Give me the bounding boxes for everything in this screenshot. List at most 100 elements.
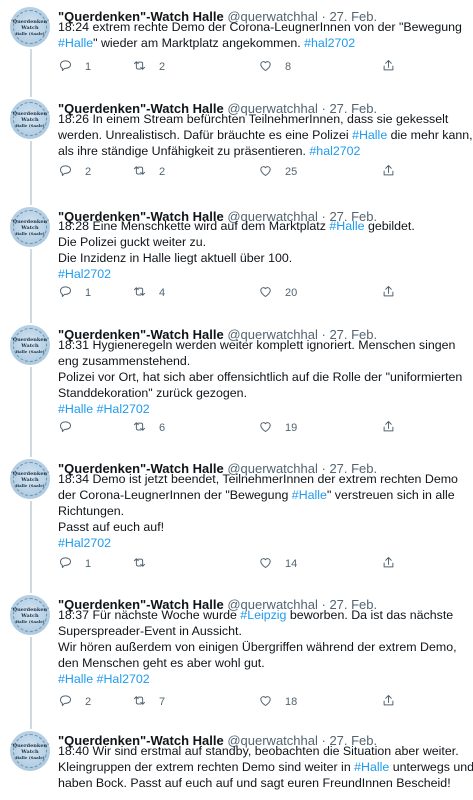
share-icon <box>381 693 396 711</box>
tweet-text-line: #Halle" wieder am Marktplatz angekommen.… <box>58 35 466 51</box>
text-segment: 18:26 In einem Stream befürchten Teilneh… <box>58 112 449 126</box>
reply-button[interactable]: 1 <box>58 285 91 301</box>
tweet-text-line: Richtungen. <box>58 503 466 519</box>
text-segment: 18:31 Hygieneregeln werden weiter komple… <box>58 338 456 352</box>
tweet-text-line: der Corona-LeugnerInnen der "Bewegung #H… <box>58 487 466 503</box>
hashtag-link[interactable]: #Leipzig <box>240 608 286 622</box>
share-button[interactable] <box>381 556 396 572</box>
avatar[interactable]: "Querdenken" Watch Halle (Saale) <box>10 325 50 365</box>
retweet-button[interactable]: 2 <box>132 59 165 75</box>
reply-button[interactable] <box>58 420 85 436</box>
avatar[interactable]: "Querdenken" Watch Halle (Saale) <box>10 207 50 247</box>
retweet-button[interactable]: 6 <box>132 420 165 436</box>
hashtag-link[interactable]: #hal2702 <box>309 144 360 158</box>
reply-button[interactable]: 2 <box>58 164 91 180</box>
share-button[interactable] <box>381 694 396 710</box>
hashtag-link[interactable]: #Hal2702 <box>97 402 150 416</box>
retweet-icon <box>132 284 147 302</box>
avatar[interactable]: "Querdenken" Watch Halle (Saale) <box>10 459 50 499</box>
avatar-text: Halle (Saale) <box>15 31 45 36</box>
avatar[interactable]: "Querdenken" Watch Halle (Saale) <box>10 7 50 47</box>
text-segment: 18:34 Demo ist jetzt beendet, Teilnehmer… <box>58 472 458 486</box>
retweet-icon <box>132 555 147 573</box>
tweet-text-line: eng zusammenstehend. <box>58 353 466 369</box>
tweet-text-line: #Halle #Hal2702 <box>58 671 466 687</box>
tweet-text-line: haben Bock. Passt auf euch auf und sagt … <box>58 775 466 791</box>
share-button[interactable] <box>381 285 396 301</box>
text-segment: unterwegs und <box>389 760 473 774</box>
text-segment: als ihre ständige Unfähigkeit zu präsent… <box>58 144 310 158</box>
share-button[interactable] <box>381 59 396 75</box>
retweet-button[interactable] <box>132 556 159 572</box>
reply-button[interactable]: 1 <box>58 556 91 572</box>
hashtag-link[interactable]: #Halle <box>58 402 93 416</box>
hashtag-link[interactable]: #hal2702 <box>304 36 355 50</box>
reply-button[interactable]: 1 <box>58 59 91 75</box>
share-button[interactable] <box>381 420 396 436</box>
tweet-text: 18:40 Wir sind erstmal auf standby, beob… <box>58 743 473 791</box>
like-button[interactable]: 20 <box>258 285 297 301</box>
retweet-count: 7 <box>159 696 166 708</box>
text-segment: der Corona-LeugnerInnen der "Bewegung <box>58 488 292 502</box>
reply-count: 2 <box>85 696 92 708</box>
retweet-button[interactable]: 7 <box>132 694 165 710</box>
tweet-text: 18:31 Hygieneregeln werden weiter komple… <box>58 337 466 417</box>
tweet-text-line: 18:26 In einem Stream befürchten Teilneh… <box>58 111 466 127</box>
reply-count: 1 <box>85 61 92 73</box>
text-segment: 18:24 extrem rechte Demo der Corona-Leug… <box>58 20 462 34</box>
tweet-text: 18:37 Für nächste Woche wurde #Leipzig b… <box>58 607 466 687</box>
reply-icon <box>58 419 73 437</box>
thread-connector <box>30 49 32 97</box>
retweet-button[interactable]: 4 <box>132 285 165 301</box>
hashtag-link[interactable]: #Halle <box>58 672 93 686</box>
tweet-text-line: Die Inzidenz in Halle liegt aktuell über… <box>58 250 466 266</box>
hashtag-link[interactable]: #Hal2702 <box>58 536 111 550</box>
hashtag-link[interactable]: #Hal2702 <box>58 267 111 281</box>
retweet-button[interactable]: 2 <box>132 164 165 180</box>
thread-connector <box>30 141 32 205</box>
retweet-count: 4 <box>159 287 166 299</box>
tweet-text-line: #Hal2702 <box>58 535 466 551</box>
hashtag-link[interactable]: #Halle <box>329 219 364 233</box>
share-icon <box>381 419 396 437</box>
tweet-text-line: 18:40 Wir sind erstmal auf standby, beob… <box>58 743 466 759</box>
tweet-text-line: 18:31 Hygieneregeln werden weiter komple… <box>58 337 466 353</box>
tweet-text-line: werden. Unrealistisch. Dafür bräuchte es… <box>58 127 473 143</box>
like-count: 18 <box>285 696 298 708</box>
heart-icon <box>258 58 273 76</box>
heart-icon <box>258 284 273 302</box>
text-segment: Kleingruppen der extrem rechten Demo sin… <box>58 760 355 774</box>
tweet-text-line: den Menschen geht es aber wohl gut. <box>58 655 466 671</box>
like-button[interactable]: 25 <box>258 164 297 180</box>
tweet-text-line: Polizei vor Ort, hat sich aber offensich… <box>58 369 466 385</box>
retweet-icon <box>132 163 147 181</box>
text-segment: " verstreuen sich in alle <box>326 488 455 502</box>
like-count: 8 <box>285 61 292 73</box>
avatar[interactable]: "Querdenken" Watch Halle (Saale) <box>10 595 50 635</box>
text-segment: Standdekoration" zurück gezogen. <box>58 386 248 400</box>
text-segment: Die Polizei guckt weiter zu. <box>58 235 207 249</box>
like-count: 25 <box>285 166 298 178</box>
hashtag-link[interactable]: #Halle <box>352 128 387 142</box>
share-button[interactable] <box>381 164 396 180</box>
avatar[interactable]: "Querdenken" Watch Halle (Saale) <box>10 99 50 139</box>
text-segment: haben Bock. Passt auf euch auf und sagt … <box>58 776 451 790</box>
like-button[interactable]: 18 <box>258 694 297 710</box>
like-button[interactable]: 8 <box>258 59 291 75</box>
tweet-text-line: Superspreader-Event in Aussicht. <box>58 623 466 639</box>
tweet-text-line: Wir hören außerdem von einigen Übergriff… <box>58 639 466 655</box>
hashtag-link[interactable]: #Halle <box>58 36 93 50</box>
hashtag-link[interactable]: #Hal2702 <box>97 672 150 686</box>
tweet-actions: 6 19 <box>58 420 458 436</box>
like-button[interactable]: 19 <box>258 420 297 436</box>
like-button[interactable]: 14 <box>258 556 297 572</box>
tweet-text: 18:28 Eine Menschkette wird auf dem Mark… <box>58 218 466 282</box>
avatar[interactable]: "Querdenken" Watch Halle (Saale) <box>10 731 50 771</box>
hashtag-link[interactable]: #Halle <box>354 760 389 774</box>
retweet-count: 6 <box>159 422 166 434</box>
tweet-text-line: 18:37 Für nächste Woche wurde #Leipzig b… <box>58 607 466 623</box>
reply-icon <box>58 693 73 711</box>
reply-button[interactable]: 2 <box>58 694 91 710</box>
tweet-text-line: Kleingruppen der extrem rechten Demo sin… <box>58 759 473 775</box>
hashtag-link[interactable]: #Halle <box>292 488 327 502</box>
